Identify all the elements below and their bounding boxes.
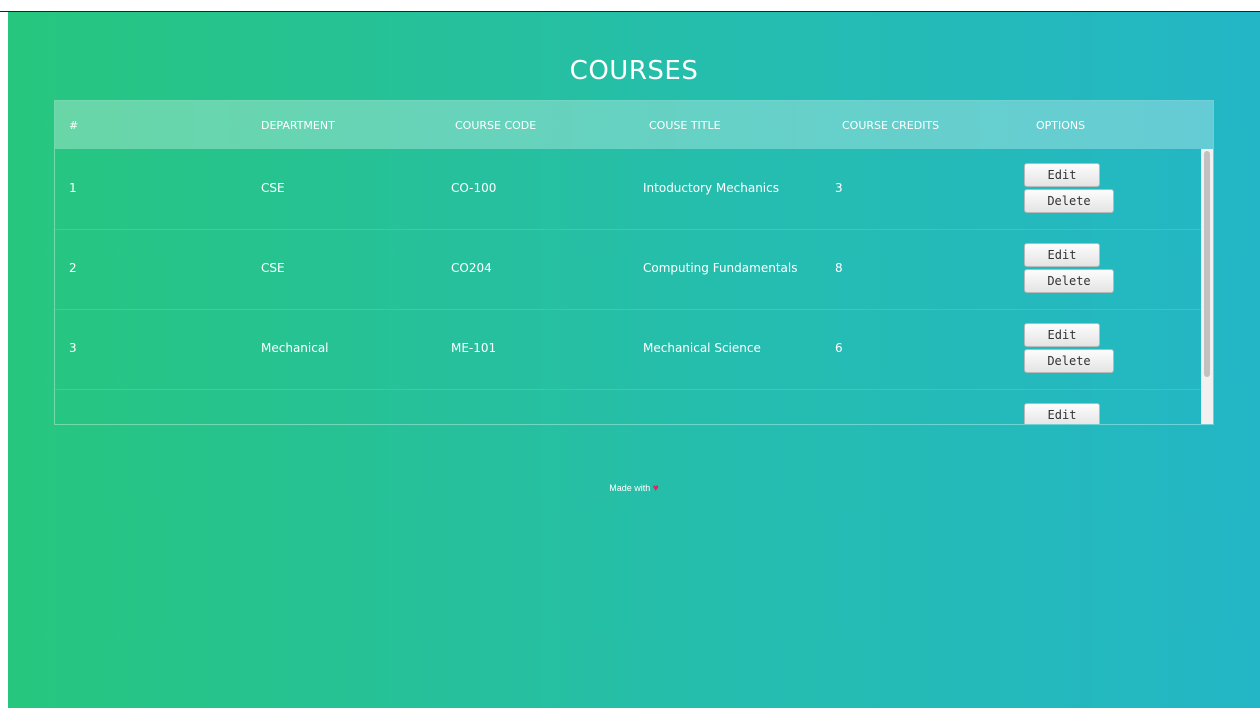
table-row: Edit	[55, 389, 1201, 424]
cell-course-code: ME-101	[451, 341, 497, 355]
table-row: 3 Mechanical ME-101 Mechanical Science 6…	[55, 309, 1201, 390]
courses-table: # DEPARTMENT COURSE CODE COUSE TITLE COU…	[54, 100, 1214, 425]
page-background: COURSES # DEPARTMENT COURSE CODE COUSE T…	[8, 12, 1260, 708]
footer-text: Made with	[609, 483, 651, 493]
cell-department: CSE	[261, 261, 285, 275]
header-course-credits: COURSE CREDITS	[842, 119, 940, 132]
scrollbar-thumb[interactable]	[1204, 151, 1210, 377]
cell-course-code: CO-100	[451, 181, 497, 195]
page-title: COURSES	[569, 56, 699, 86]
cell-department: CSE	[261, 181, 285, 195]
cell-course-credits: 3	[835, 181, 843, 195]
cell-course-title: Intoductory Mechanics	[643, 181, 779, 195]
table-body[interactable]: 1 CSE CO-100 Intoductory Mechanics 3 Edi…	[55, 149, 1215, 424]
table-header: # DEPARTMENT COURSE CODE COUSE TITLE COU…	[55, 101, 1213, 149]
cell-course-credits: 6	[835, 341, 843, 355]
cell-number: 2	[69, 261, 77, 275]
header-department: DEPARTMENT	[261, 119, 335, 132]
cell-course-title: Computing Fundamentals	[643, 261, 798, 275]
edit-button[interactable]: Edit	[1024, 243, 1100, 267]
cell-course-title: Mechanical Science	[643, 341, 761, 355]
edit-button[interactable]: Edit	[1024, 163, 1100, 187]
browser-top-edge	[0, 0, 1260, 12]
table-row: 2 CSE CO204 Computing Fundamentals 8 Edi…	[55, 229, 1201, 310]
heart-icon: ♥	[652, 483, 659, 494]
delete-button[interactable]: Delete	[1024, 349, 1114, 373]
header-course-code: COURSE CODE	[455, 119, 537, 132]
header-options: OPTIONS	[1036, 119, 1086, 132]
header-course-title: COUSE TITLE	[649, 119, 721, 132]
edit-button[interactable]: Edit	[1024, 323, 1100, 347]
table-scrollbar[interactable]	[1201, 149, 1213, 424]
cell-number: 3	[69, 341, 77, 355]
cell-course-credits: 8	[835, 261, 843, 275]
table-row: 1 CSE CO-100 Intoductory Mechanics 3 Edi…	[55, 149, 1201, 230]
footer: Made with ♥	[8, 483, 1260, 494]
delete-button[interactable]: Delete	[1024, 269, 1114, 293]
cell-department: Mechanical	[261, 341, 329, 355]
cell-number: 1	[69, 181, 77, 195]
edit-button[interactable]: Edit	[1024, 403, 1100, 424]
delete-button[interactable]: Delete	[1024, 189, 1114, 213]
header-number: #	[69, 119, 79, 132]
cell-course-code: CO204	[451, 261, 492, 275]
